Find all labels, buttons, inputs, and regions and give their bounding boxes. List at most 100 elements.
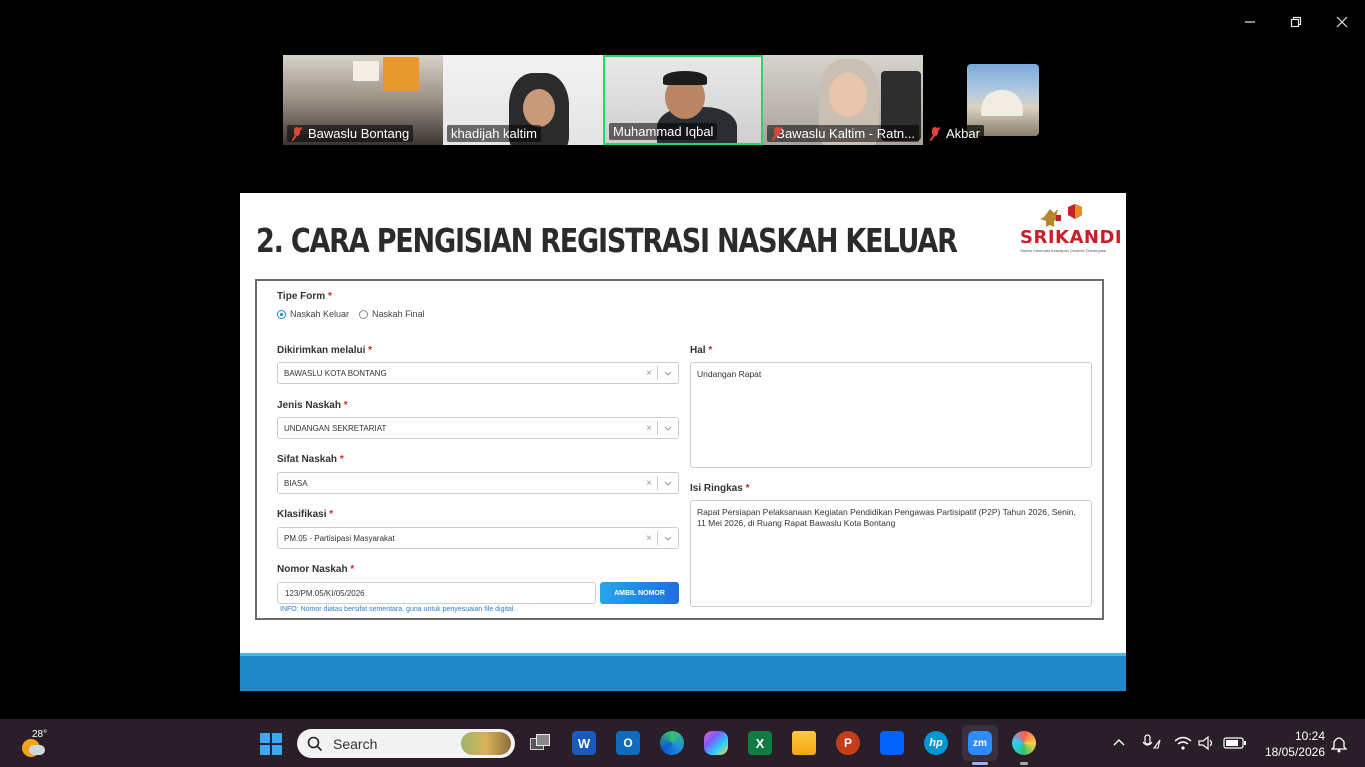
jenis-naskah-label: Jenis Naskah * xyxy=(277,400,348,411)
nomor-naskah-input[interactable]: 123/PM.05/KI/05/2026 xyxy=(277,582,596,604)
logo-tagline: Sistem Informasi Kearsipan Dinamis Terin… xyxy=(1020,248,1107,253)
participant-name: Akbar xyxy=(946,126,980,141)
hal-textarea[interactable]: Undangan Rapat xyxy=(690,362,1092,468)
active-app-indicator xyxy=(972,762,988,765)
restore-icon xyxy=(1290,16,1302,28)
dikirimkan-melalui-select[interactable]: BAWASLU KOTA BONTANG × xyxy=(277,362,679,384)
close-button[interactable] xyxy=(1319,10,1365,34)
participant-name-bar: Bawaslu Kaltim - Ratn... xyxy=(767,125,919,142)
slide-footer-bar xyxy=(240,653,1126,691)
radio-selected-icon xyxy=(277,309,286,319)
hal-label: Hal * xyxy=(690,345,713,356)
registration-form-screenshot: Tipe Form * Naskah Keluar Naskah Final D… xyxy=(255,279,1104,620)
tipe-form-label: Tipe Form * xyxy=(277,291,332,302)
participant-name-bar: Bawaslu Bontang xyxy=(287,125,414,142)
participant-tile[interactable]: Bawaslu Kaltim - Ratn... xyxy=(763,55,923,145)
klasifikasi-label: Klasifikasi * xyxy=(277,509,334,520)
dropbox-icon[interactable] xyxy=(880,731,904,755)
zoom-icon: zm xyxy=(968,731,992,755)
chevron-down-icon[interactable] xyxy=(658,371,678,376)
radio-naskah-final[interactable]: Naskah Final xyxy=(359,309,425,319)
excel-icon[interactable]: X xyxy=(748,731,772,755)
battery-icon[interactable] xyxy=(1223,737,1247,749)
sifat-naskah-label: Sifat Naskah * xyxy=(277,454,344,465)
weather-widget[interactable]: 28° xyxy=(20,729,50,759)
participant-tile[interactable]: Akbar xyxy=(923,55,1043,145)
slide-top-bar xyxy=(240,165,1126,193)
zoom-meeting-window: Bawaslu Bontang khadijah kaltim Muhammad… xyxy=(0,0,1365,767)
clear-icon[interactable]: × xyxy=(641,368,657,379)
jenis-naskah-select[interactable]: UNDANGAN SEKRETARIAT × xyxy=(277,417,679,439)
dikirimkan-melalui-label: Dikirimkan melalui * xyxy=(277,345,373,356)
file-explorer-icon[interactable] xyxy=(792,731,816,755)
participant-name: Bawaslu Bontang xyxy=(308,126,410,141)
taskbar-search-box[interactable]: Search xyxy=(297,729,515,758)
isi-ringkas-textarea[interactable]: Rapat Persiapan Pelaksanaan Kegiatan Pen… xyxy=(690,500,1092,607)
face-shape xyxy=(829,73,867,117)
search-placeholder: Search xyxy=(333,735,378,752)
hair-shape xyxy=(663,71,707,85)
participant-tile-active-speaker[interactable]: Muhammad Iqbal xyxy=(603,55,763,145)
logo-brand-text: SRIKANDI xyxy=(1020,227,1123,248)
close-icon xyxy=(1336,16,1348,28)
volume-icon[interactable] xyxy=(1198,735,1216,751)
participant-tile[interactable]: Bawaslu Bontang xyxy=(283,55,443,145)
clear-icon[interactable]: × xyxy=(641,423,657,434)
windows-taskbar: 28° Search W O X P hp zm 10:24 18/05/202… xyxy=(0,719,1365,767)
ambil-nomor-button[interactable]: AMBIL NOMOR xyxy=(600,582,679,604)
clock-time: 10:24 xyxy=(1294,729,1325,743)
word-icon[interactable]: W xyxy=(572,731,596,755)
klasifikasi-select[interactable]: PM.05 - Partisipasi Masyarakat × xyxy=(277,527,679,549)
search-highlight-image xyxy=(461,732,511,755)
participant-name-bar: khadijah kaltim xyxy=(447,125,541,142)
participant-name-bar: Muhammad Iqbal xyxy=(609,123,718,140)
mic-muted-icon xyxy=(291,126,303,141)
building-shape xyxy=(981,90,1023,116)
participant-name: Muhammad Iqbal xyxy=(613,124,714,139)
notification-bell-icon[interactable] xyxy=(1331,735,1347,753)
powerpoint-icon[interactable]: P xyxy=(836,731,860,755)
sifat-naskah-select[interactable]: BIASA × xyxy=(277,472,679,494)
paint-icon[interactable] xyxy=(1012,731,1036,755)
mic-muted-icon xyxy=(929,126,941,141)
clear-icon[interactable]: × xyxy=(641,533,657,544)
cloud-icon xyxy=(29,745,45,755)
task-view-icon[interactable] xyxy=(528,731,552,755)
clear-icon[interactable]: × xyxy=(641,478,657,489)
minimize-button[interactable] xyxy=(1227,10,1273,34)
chevron-up-icon[interactable] xyxy=(1112,737,1126,747)
shared-slide: 2. CARA PENGISIAN REGISTRASI NASKAH KELU… xyxy=(240,193,1126,653)
clock-date: 18/05/2026 xyxy=(1264,745,1325,759)
window-controls xyxy=(1227,10,1365,34)
minimize-icon xyxy=(1245,21,1255,23)
participant-tile[interactable]: khadijah kaltim xyxy=(443,55,603,145)
hp-icon[interactable]: hp xyxy=(924,731,948,755)
face-shape xyxy=(523,89,555,127)
search-icon xyxy=(307,736,323,751)
location-microphone-icon[interactable] xyxy=(1142,734,1162,752)
nomor-naskah-label: Nomor Naskah * xyxy=(277,564,355,575)
outlook-icon[interactable]: O xyxy=(616,731,640,755)
chevron-down-icon[interactable] xyxy=(658,481,678,486)
chevron-down-icon[interactable] xyxy=(658,426,678,431)
start-button[interactable] xyxy=(260,733,282,755)
tipe-form-radio-group: Naskah Keluar Naskah Final xyxy=(277,309,435,319)
garuda-emblem-icon xyxy=(1040,204,1082,227)
srikandi-logo: SRIKANDI Sistem Informasi Kearsipan Dina… xyxy=(1020,203,1122,255)
copilot-icon[interactable] xyxy=(704,731,728,755)
banner-image xyxy=(353,61,379,81)
isi-ringkas-label: Isi Ringkas * xyxy=(690,483,750,494)
participant-name-bar: Akbar xyxy=(925,125,984,142)
chevron-down-icon[interactable] xyxy=(658,536,678,541)
restore-button[interactable] xyxy=(1273,10,1319,34)
taskbar-clock[interactable]: 10:24 18/05/2026 xyxy=(1265,728,1325,760)
wifi-icon[interactable] xyxy=(1174,735,1192,751)
slide-bottom-bar xyxy=(240,691,1126,719)
participant-name: Bawaslu Kaltim - Ratn... xyxy=(776,126,915,141)
radio-unselected-icon xyxy=(359,309,369,319)
zoom-app-button[interactable]: zm xyxy=(962,725,998,761)
radio-naskah-keluar[interactable]: Naskah Keluar xyxy=(277,309,349,319)
weather-temperature: 28° xyxy=(32,729,48,740)
edge-icon[interactable] xyxy=(660,731,684,755)
nomor-naskah-info-text: INFO: Nomor diatas bersifat sementara, g… xyxy=(280,606,516,613)
